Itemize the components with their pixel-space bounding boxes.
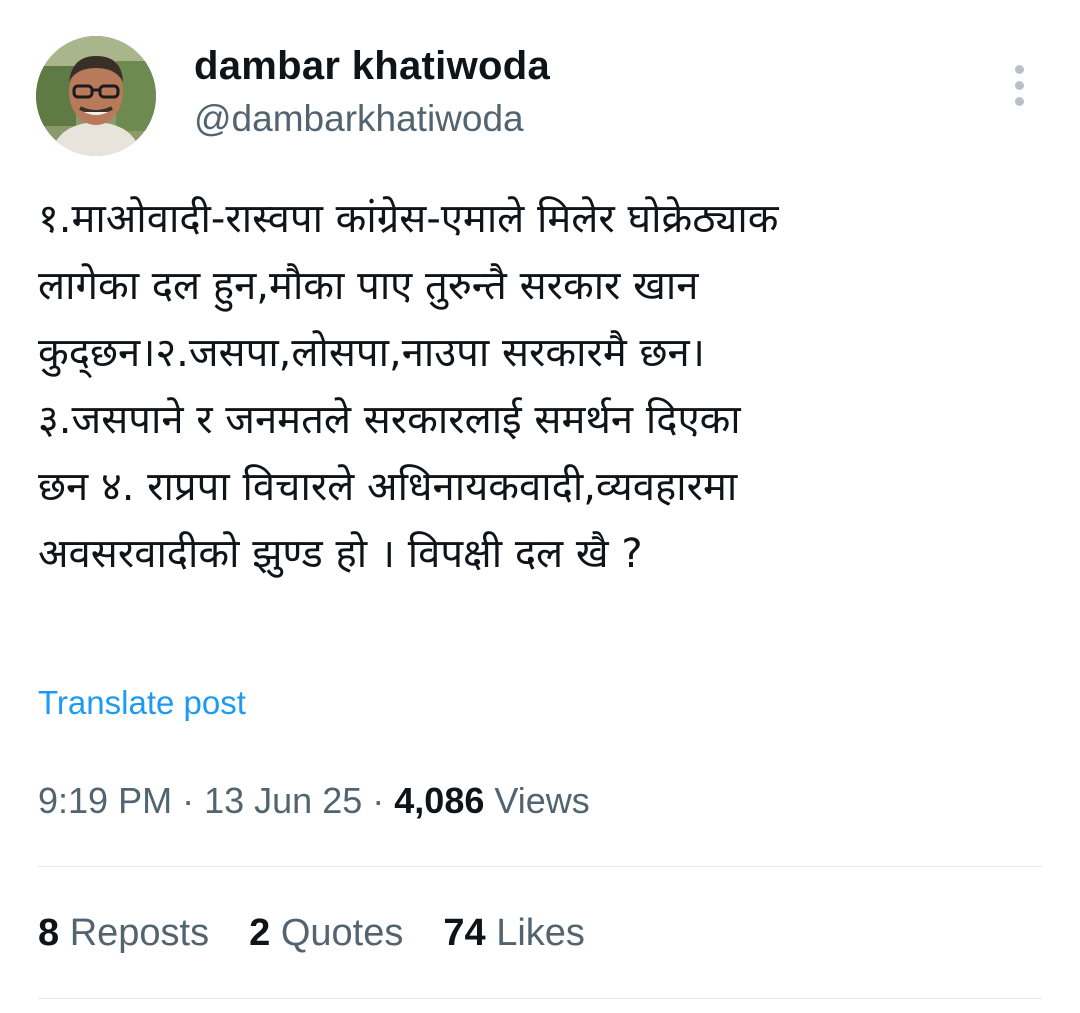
divider — [38, 998, 1042, 999]
translate-post-link[interactable]: Translate post — [38, 684, 246, 722]
likes-label: Likes — [496, 912, 585, 954]
post-text-line: छन ४. राप्रपा विचारले अधिनायकवादी,व्यवहा… — [38, 464, 738, 510]
avatar[interactable] — [36, 36, 156, 156]
post-text-line: कुद्छन।२.जसपा,लोसपा,नाउपा सरकारमै छन। — [38, 330, 705, 376]
meta-separator: · — [372, 780, 385, 821]
post-time[interactable]: 9:19 PM — [38, 780, 172, 821]
post-date[interactable]: 13 Jun 25 — [204, 780, 362, 821]
reposts-stat[interactable]: 8 Reposts — [38, 912, 209, 955]
divider — [38, 866, 1042, 867]
more-dot — [1014, 80, 1024, 90]
author-handle[interactable]: @dambarkhatiwoda — [194, 98, 524, 140]
post-text-line: ३.जसपाने र जनमतले सरकारलाई समर्थन दिएका — [38, 397, 741, 443]
post-text-line: १.माओवादी-रास्वपा कांग्रेस-एमाले मिलेर घ… — [38, 196, 779, 242]
views-count: 4,086 — [394, 780, 485, 821]
meta-separator: · — [182, 780, 195, 821]
post-metadata: 9:19 PM · 13 Jun 25 · 4,086 Views — [38, 780, 590, 822]
reposts-label: Reposts — [69, 912, 210, 954]
post-text-line: अवसरवादीको झुण्ड हो । विपक्षी दल खै ? — [38, 531, 643, 577]
likes-stat[interactable]: 74 Likes — [443, 912, 585, 955]
more-vertical-icon[interactable] — [1004, 60, 1034, 110]
reposts-count: 8 — [38, 912, 60, 954]
more-dot — [1014, 64, 1024, 74]
post-text-line: लागेका दल हुन,मौका पाए तुरुन्तै सरकार खा… — [38, 263, 699, 309]
quotes-label: Quotes — [280, 912, 404, 954]
more-dot — [1014, 96, 1024, 106]
quotes-count: 2 — [249, 912, 271, 954]
quotes-stat[interactable]: 2 Quotes — [249, 912, 403, 955]
post-text: १.माओवादी-रास्वपा कांग्रेस-एमाले मिलेर घ… — [38, 186, 1048, 588]
avatar-photo — [36, 36, 156, 156]
views-label: Views — [494, 780, 590, 821]
author-display-name[interactable]: dambar khatiwoda — [194, 44, 550, 89]
likes-count: 74 — [443, 912, 486, 954]
engagement-stats: 8 Reposts 2 Quotes 74 Likes — [38, 912, 585, 955]
